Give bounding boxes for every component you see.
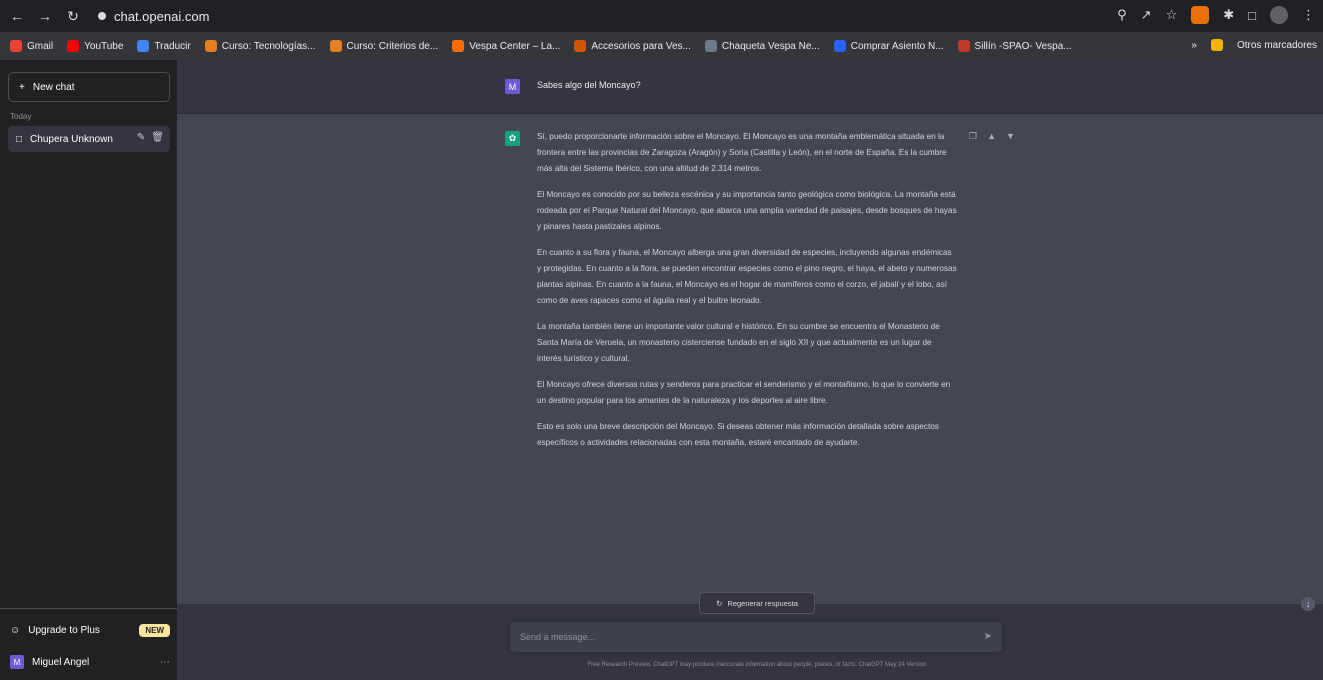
bookmark-label: Gmail bbox=[27, 40, 54, 52]
zoom-icon[interactable]: ⚲ bbox=[1117, 7, 1127, 23]
upgrade-button[interactable]: ☺ Upgrade to Plus NEW bbox=[10, 619, 170, 641]
assistant-paragraph: El Moncayo es conocido por su belleza es… bbox=[537, 190, 957, 231]
bookmark-favicon-icon bbox=[452, 40, 465, 52]
other-bookmarks-label: Otros marcadores bbox=[1236, 39, 1317, 51]
bookmark-item[interactable]: YouTube bbox=[67, 40, 123, 52]
section-label: Today bbox=[10, 112, 32, 121]
browser-actions: ⚲ ↗ ☆ ✱ □ ⋮ bbox=[1117, 6, 1315, 24]
sidebar: + New chat Today □ Chupera Unknown ✎ 🗑 ☺… bbox=[0, 60, 177, 680]
assistant-paragraph: Sí, puedo proporcionarte información sob… bbox=[537, 132, 947, 173]
reload-icon[interactable]: ↻ bbox=[62, 5, 84, 27]
assistant-paragraph: En cuanto a su flora y fauna, el Moncayo… bbox=[537, 248, 957, 305]
openai-logo-icon: ✿ bbox=[505, 131, 520, 146]
refresh-icon: ↻ bbox=[716, 598, 723, 608]
message-input[interactable] bbox=[520, 632, 960, 642]
assistant-paragraph: La montaña también tiene un importante v… bbox=[537, 322, 940, 363]
bookmark-item[interactable]: Curso: Tecnologías... bbox=[204, 40, 316, 52]
folder-icon bbox=[1210, 39, 1223, 51]
sidepanel-icon[interactable]: □ bbox=[1248, 8, 1256, 23]
message-actions: ❐ ▲ ▼ bbox=[969, 131, 1015, 142]
bookmark-item[interactable]: Accesorios para Ves... bbox=[574, 40, 691, 52]
bookmark-favicon-icon bbox=[957, 40, 970, 52]
bookmark-label: Traducir bbox=[154, 40, 191, 52]
star-icon[interactable]: ☆ bbox=[1166, 7, 1178, 23]
bookmark-favicon-icon bbox=[10, 40, 22, 52]
bookmark-item[interactable]: Gmail bbox=[10, 40, 53, 52]
bookmark-label: Sillín -SPAO- Vespa... bbox=[974, 40, 1072, 52]
extension-icon[interactable] bbox=[1191, 6, 1210, 24]
bookmark-item[interactable]: Chaqueta Vespa Ne... bbox=[704, 40, 820, 52]
user-name: Miguel Angel bbox=[32, 656, 90, 668]
bookmark-label: Curso: Criterios de... bbox=[346, 40, 439, 52]
assistant-paragraph: Esto es solo una breve descripción del M… bbox=[537, 422, 939, 447]
assistant-message-row: ✿ Sí, puedo proporcionarte información s… bbox=[177, 114, 1323, 604]
copy-icon[interactable]: ❐ bbox=[969, 131, 977, 142]
lock-icon bbox=[98, 12, 106, 20]
url-text: chat.openai.com bbox=[114, 8, 210, 24]
bookmark-favicon-icon bbox=[204, 40, 217, 52]
user-message-row: M Sabes algo del Moncayo? bbox=[177, 60, 1323, 114]
other-bookmarks[interactable]: » Otros marcadores bbox=[1191, 39, 1317, 51]
send-icon[interactable]: ➤ bbox=[984, 631, 992, 642]
user-icon: ☺ bbox=[10, 624, 21, 636]
avatar: M bbox=[10, 655, 24, 669]
regenerate-button[interactable]: ↻ Regenerar respuesta bbox=[699, 592, 815, 614]
sidebar-footer: ☺ Upgrade to Plus NEW M Miguel Angel ⋯ bbox=[0, 608, 177, 680]
plus-icon: + bbox=[19, 81, 25, 93]
bookmark-label: Chaqueta Vespa Ne... bbox=[721, 40, 820, 52]
forward-arrow-icon[interactable]: → bbox=[34, 5, 56, 27]
bookmark-favicon-icon bbox=[833, 40, 846, 52]
bookmark-item[interactable]: Curso: Criterios de... bbox=[329, 40, 439, 52]
trash-icon[interactable]: 🗑 bbox=[151, 132, 164, 143]
bookmark-item[interactable]: Vespa Center – La... bbox=[452, 40, 560, 52]
browser-toolbar: ← → ↻ chat.openai.com ⚲ ↗ ☆ ✱ □ ⋮ bbox=[0, 0, 1323, 32]
conversation-item[interactable]: □ Chupera Unknown ✎ 🗑 bbox=[8, 126, 170, 152]
chevron-icon: » bbox=[1191, 39, 1197, 51]
puzzle-icon[interactable]: ✱ bbox=[1223, 7, 1234, 23]
more-icon[interactable]: ⋯ bbox=[160, 657, 170, 668]
bookmark-item[interactable]: Comprar Asiento N... bbox=[833, 40, 944, 52]
new-chat-label: New chat bbox=[32, 81, 75, 93]
user-message: Sabes algo del Moncayo? bbox=[537, 80, 641, 90]
regenerate-label: Regenerar respuesta bbox=[727, 598, 798, 608]
bookmark-label: Comprar Asiento N... bbox=[850, 40, 944, 52]
share-icon[interactable]: ↗ bbox=[1141, 7, 1152, 23]
assistant-paragraph: El Moncayo ofrece diversas rutas y sende… bbox=[537, 380, 951, 405]
bookmark-favicon-icon bbox=[67, 40, 80, 52]
user-menu[interactable]: M Miguel Angel ⋯ bbox=[10, 651, 170, 673]
thumbs-down-icon[interactable]: ▼ bbox=[1006, 131, 1015, 142]
message-composer: ➤ bbox=[510, 622, 1002, 652]
menu-dots-icon[interactable]: ⋮ bbox=[1302, 7, 1315, 23]
upgrade-label: Upgrade to Plus bbox=[28, 624, 100, 636]
bookmark-favicon-icon bbox=[574, 40, 587, 52]
thumbs-up-icon[interactable]: ▲ bbox=[987, 131, 996, 142]
bookmark-label: YouTube bbox=[84, 40, 124, 52]
assistant-message: Sí, puedo proporcionarte información sob… bbox=[537, 129, 957, 461]
new-badge: NEW bbox=[139, 623, 170, 637]
bookmark-favicon-icon bbox=[704, 40, 717, 52]
bookmark-item[interactable]: Traducir bbox=[137, 40, 191, 52]
disclaimer: Free Research Preview. ChatGPT may produ… bbox=[587, 662, 927, 668]
profile-icon[interactable] bbox=[1270, 6, 1288, 24]
bookmark-label: Vespa Center – La... bbox=[469, 40, 561, 52]
back-arrow-icon[interactable]: ← bbox=[6, 5, 28, 27]
bookmark-favicon-icon bbox=[329, 40, 342, 52]
user-avatar: M bbox=[505, 79, 520, 94]
bookmark-favicon-icon bbox=[137, 40, 150, 52]
bookmark-label: Curso: Tecnologías... bbox=[221, 40, 316, 52]
chat-bubble-icon: □ bbox=[16, 133, 23, 145]
conversation-title: Chupera Unknown bbox=[30, 133, 113, 145]
bookmark-item[interactable]: Sillín -SPAO- Vespa... bbox=[957, 40, 1072, 52]
chat-main: M Sabes algo del Moncayo? ✿ Sí, puedo pr… bbox=[177, 60, 1323, 680]
edit-icon[interactable]: ✎ bbox=[137, 132, 145, 143]
new-chat-button[interactable]: + New chat bbox=[8, 72, 170, 102]
bookmark-label: Accesorios para Ves... bbox=[591, 40, 691, 52]
address-bar[interactable]: chat.openai.com bbox=[98, 9, 209, 24]
bookmarks-bar: Gmail YouTube Traducir Curso: Tecnologías..… bbox=[0, 32, 1323, 60]
scroll-down-icon[interactable]: ↓ bbox=[1301, 597, 1315, 611]
